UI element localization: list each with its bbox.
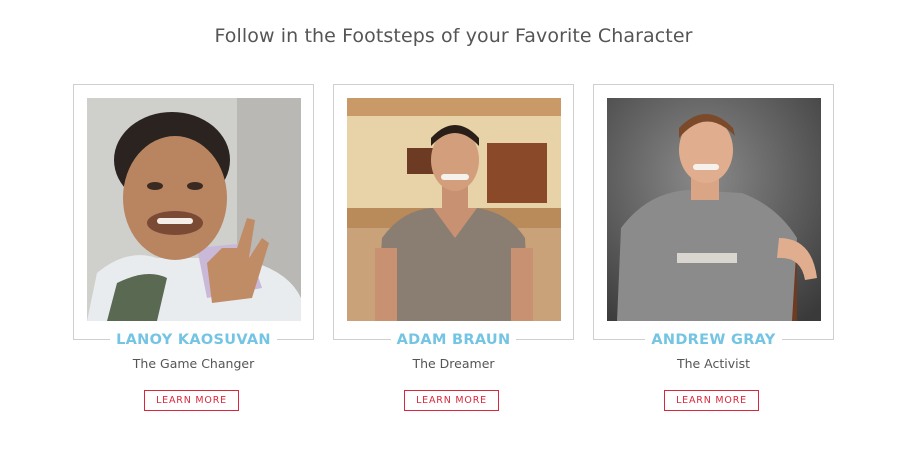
photo-frame (73, 84, 314, 340)
character-card-andrew: ANDREW GRAY The Activist LEARN MORE (593, 84, 834, 414)
character-role: The Game Changer (132, 356, 255, 371)
section-heading: Follow in the Footsteps of your Favorite… (214, 25, 693, 47)
character-card-adam: ADAM BRAUN The Dreamer LEARN MORE (333, 84, 574, 414)
character-name[interactable]: LANOY KAOSUVAN (110, 330, 277, 350)
character-name-container: ADAM BRAUN (333, 330, 574, 350)
photo-frame (593, 84, 834, 340)
learn-more-button[interactable]: LEARN MORE (664, 390, 759, 411)
photo-frame (333, 84, 574, 340)
character-card-lanoy: LANOY KAOSUVAN The Game Changer LEARN MO… (73, 84, 314, 414)
character-photo[interactable] (87, 98, 301, 321)
character-name-container: ANDREW GRAY (593, 330, 834, 350)
learn-more-button[interactable]: LEARN MORE (144, 390, 239, 411)
character-photo[interactable] (607, 98, 821, 321)
character-name-container: LANOY KAOSUVAN (73, 330, 314, 350)
character-role: The Dreamer (412, 356, 495, 371)
character-name[interactable]: ANDREW GRAY (645, 330, 782, 350)
character-photo[interactable] (347, 98, 561, 321)
characters-section: Follow in the Footsteps of your Favorite… (0, 0, 907, 450)
character-name[interactable]: ADAM BRAUN (390, 330, 517, 350)
character-role: The Activist (676, 356, 751, 371)
learn-more-button[interactable]: LEARN MORE (404, 390, 499, 411)
